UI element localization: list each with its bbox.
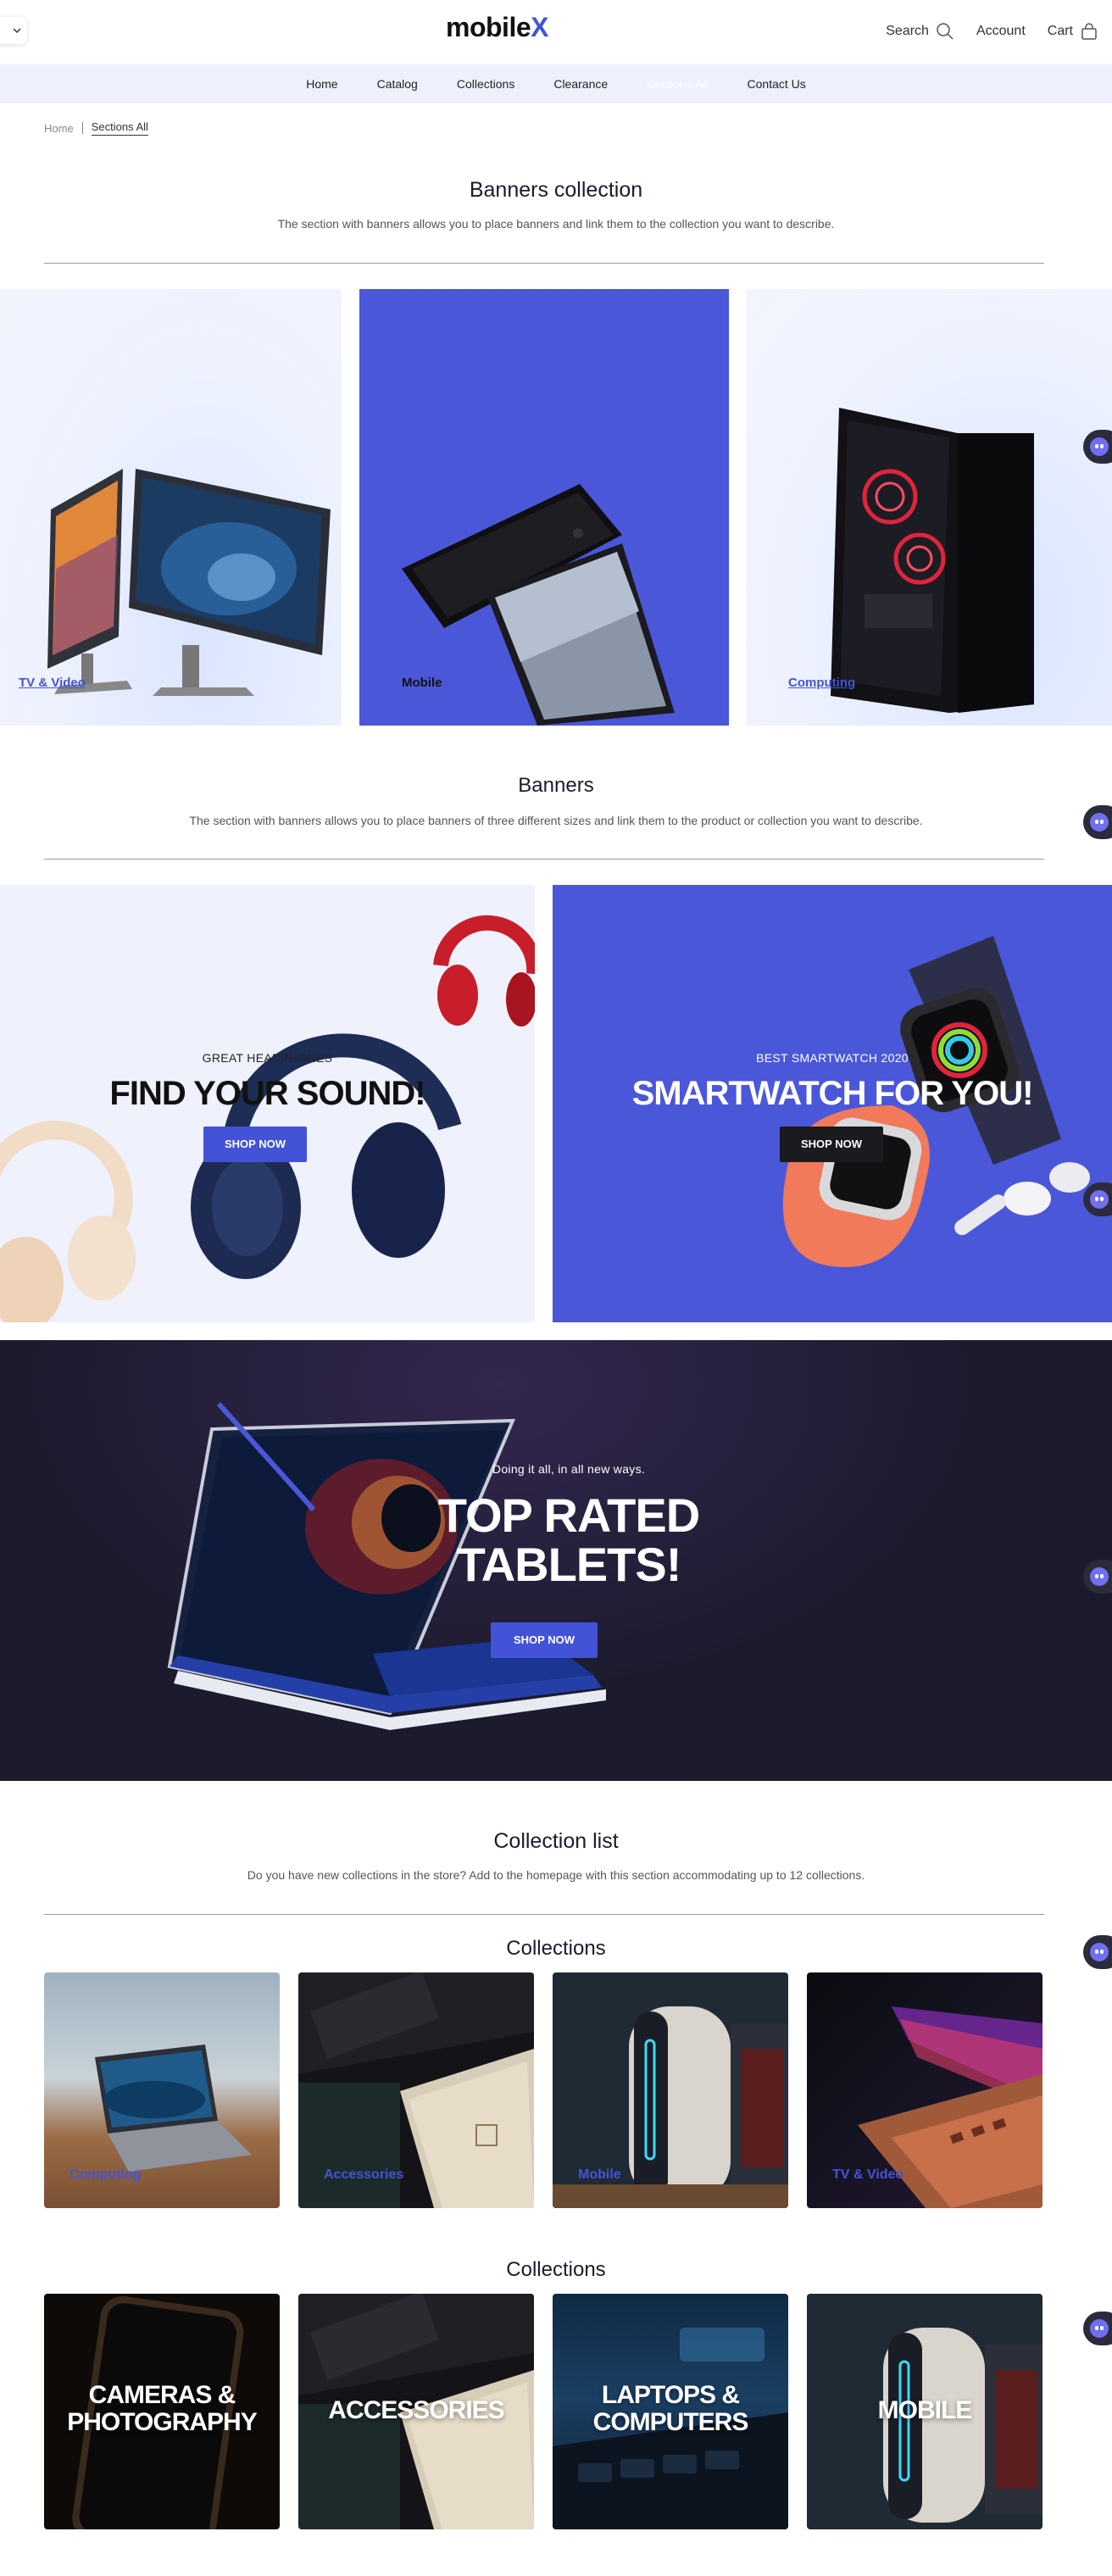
promo-title: SMARTWATCH FOR YOU! [631,1075,1034,1112]
collection-title-line-1: LAPTOPS & [601,2381,740,2409]
shop-now-button[interactable]: SHOP NOW [491,1622,598,1658]
chat-widget-button[interactable] [1083,430,1112,464]
collection-title-line-2: PHOTOGRAPHY [67,2408,257,2436]
logo-text: mobile [446,12,531,42]
banner-label: Computing [788,676,856,690]
banners-collection-description: The section with banners allows you to p… [277,217,835,231]
chat-widget-button[interactable] [1083,1182,1112,1216]
promo-kicker: Doing it all, in all new ways. [492,1462,646,1476]
collection-tile-accessories-2[interactable]: ACCESSORIES [298,2294,534,2529]
promo-title-line-2: TABLETS! [456,1538,682,1591]
banner-computing[interactable]: Computing [746,289,1112,726]
banner-label: Mobile [402,676,442,690]
breadcrumb-home[interactable]: Home [44,122,74,135]
collection-tile-computing[interactable]: Computing [44,1972,280,2208]
chat-bot-icon [1090,1943,1109,1961]
chat-widget-button[interactable] [1083,805,1112,839]
collection-title-line-1: ACCESSORIES [328,2396,504,2424]
site-header: mobileX Search Account Cart [0,0,1112,64]
collection-label: Computing [70,2167,142,2182]
banner-tv-video[interactable]: TV & Video [0,289,342,726]
breadcrumb-current: Sections All [91,120,148,136]
search-icon [937,23,954,40]
chat-bot-icon [1090,813,1109,832]
search-label: Search [886,24,929,38]
collection-title-line-1: CAMERAS & [88,2381,236,2409]
collection-title: LAPTOPS & COMPUTERS [553,2382,788,2436]
cart-button[interactable]: Cart [1048,22,1098,41]
imac-image [47,469,331,696]
promo-headphones[interactable]: GREAT HEADPHONES FIND YOUR SOUND! SHOP N… [0,885,535,1322]
chat-bot-icon [1090,2319,1109,2338]
nav-item-collections[interactable]: Collections [437,64,534,103]
section-divider [44,1914,1044,1915]
banner-mobile[interactable]: Mobile [359,289,729,726]
collection-label: TV & Video [832,2167,904,2182]
collection-tile-accessories[interactable]: Accessories [298,1972,534,2208]
breadcrumb-separator [81,122,83,134]
collection-title: MOBILE [807,2397,1042,2424]
section-divider [44,859,1044,860]
chat-widget-button[interactable] [1083,1935,1112,1969]
collection-tile-tv-video[interactable]: TV & Video [807,1972,1042,2208]
nav-item-sections-all[interactable]: Sections All [627,64,727,103]
language-selector[interactable] [0,17,27,44]
collection-label: Mobile [578,2167,621,2182]
cart-icon [1081,23,1097,40]
pc-case-image [831,408,1034,713]
shop-now-button[interactable]: SHOP NOW [203,1127,307,1162]
chat-bot-icon [1090,437,1109,456]
banners-description: The section with banners allows you to p… [189,814,923,827]
nav-item-contact-us[interactable]: Contact Us [728,64,826,103]
nav-item-home[interactable]: Home [286,64,357,103]
shop-now-button[interactable]: SHOP NOW [780,1127,883,1162]
promo-title: FIND YOUR SOUND! [109,1075,425,1112]
breadcrumb: Home Sections All [44,120,148,136]
chevron-down-icon [13,28,21,34]
site-logo[interactable]: mobileX [446,12,548,43]
collection-tile-laptops-computers[interactable]: LAPTOPS & COMPUTERS [553,2294,788,2529]
promo-kicker: GREAT HEADPHONES [202,1051,333,1065]
promo-kicker: BEST SMARTWATCH 2020 [756,1051,909,1065]
collection-tile-mobile-2[interactable]: MOBILE [807,2294,1042,2529]
promo-smartwatch[interactable]: BEST SMARTWATCH 2020 SMARTWATCH FOR YOU!… [553,885,1112,1322]
account-link[interactable]: Account [976,22,1026,41]
search-button[interactable]: Search [886,22,954,41]
promo-title-line-1: TOP RATED [437,1488,700,1542]
collection-list-description: Do you have new collections in the store… [247,1868,865,1882]
phone-image [402,484,675,726]
logo-accent: X [531,12,548,42]
header-actions: Search Account Cart [886,22,1098,41]
nav-item-clearance[interactable]: Clearance [534,64,627,103]
banners-collection-title: Banners collection [469,178,643,202]
nav-item-catalog[interactable]: Catalog [358,64,437,103]
collection-tile-mobile[interactable]: Mobile [553,1972,788,2208]
section-divider [44,263,1044,264]
collections-group-1-title: Collections [506,1937,606,1960]
chat-widget-button[interactable] [1083,1560,1112,1594]
collections-group-2-title: Collections [506,2258,606,2281]
chat-bot-icon [1090,1190,1109,1209]
collection-title-line-1: MOBILE [877,2396,973,2424]
chat-widget-button[interactable] [1083,2312,1112,2345]
promo-tablets[interactable]: Doing it all, in all new ways. TOP RATED… [0,1340,1112,1781]
collection-title-line-2: COMPUTERS [592,2408,749,2436]
collection-label: Accessories [324,2167,404,2182]
account-label: Account [976,24,1026,38]
collection-tile-cameras-photography[interactable]: CAMERAS & PHOTOGRAPHY [44,2294,280,2529]
collection-title: CAMERAS & PHOTOGRAPHY [44,2382,280,2436]
banners-title: Banners [518,774,594,797]
cart-label: Cart [1047,24,1073,38]
banner-label: TV & Video [19,676,86,690]
collection-title: ACCESSORIES [298,2397,534,2424]
collection-list-title: Collection list [493,1829,619,1853]
chat-bot-icon [1090,1567,1109,1586]
promo-title: TOP RATED TABLETS! [0,1491,1112,1589]
main-navigation: Home Catalog Collections Clearance Secti… [0,64,1112,103]
